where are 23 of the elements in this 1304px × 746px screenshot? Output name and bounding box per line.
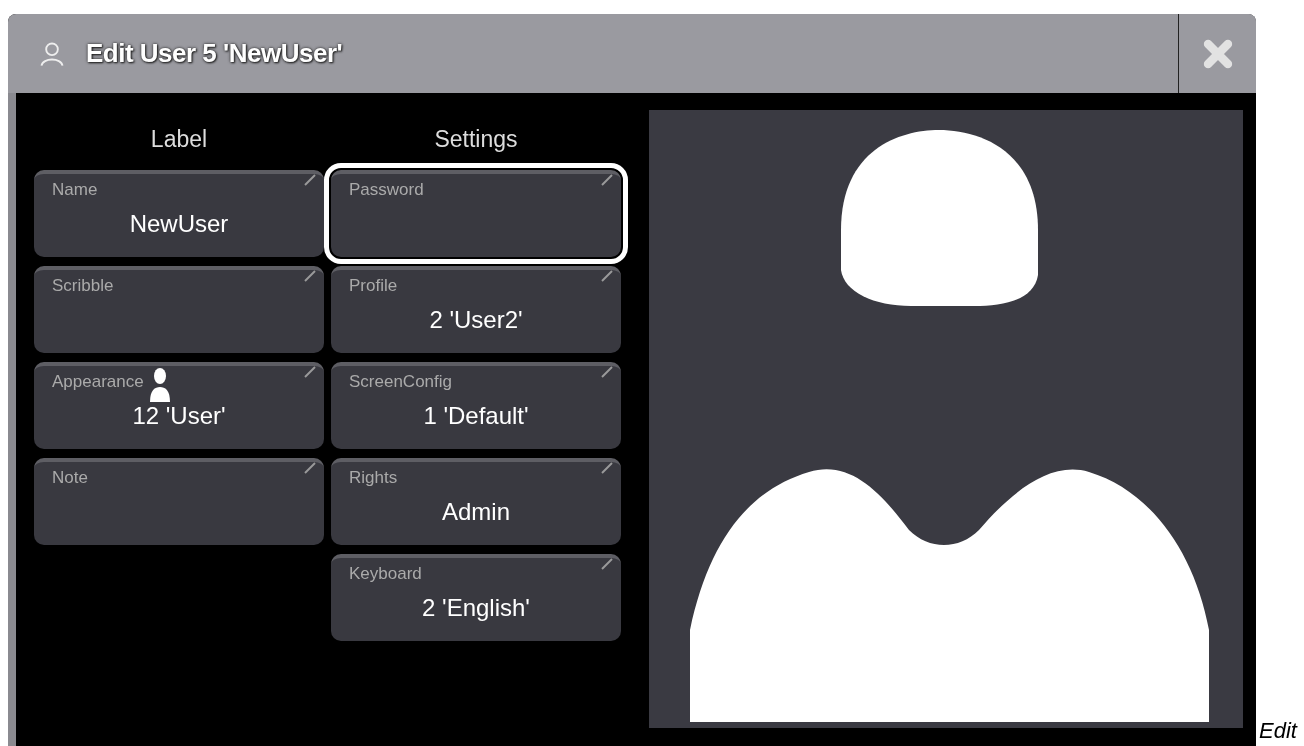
field-button[interactable]: Appearance 12 'User' xyxy=(34,362,324,449)
close-button[interactable] xyxy=(1178,14,1256,93)
edit-corner-icon xyxy=(601,174,613,186)
edit-corner-icon xyxy=(601,270,613,282)
edit-corner-icon xyxy=(601,366,613,378)
field-button[interactable]: ScreenConfig 1 'Default' xyxy=(331,362,621,449)
edit-corner-icon xyxy=(601,462,613,474)
edit-corner-icon xyxy=(304,366,316,378)
column-heading: Label xyxy=(149,125,209,154)
edit-corner-icon xyxy=(304,174,316,186)
person-icon xyxy=(149,368,170,402)
column-heading: Settings xyxy=(433,125,519,154)
edit-corner-icon xyxy=(304,270,316,282)
edit-corner-icon xyxy=(304,462,316,474)
field-button[interactable]: Name NewUser xyxy=(34,170,324,257)
caption: Edit xyxy=(1259,718,1297,744)
edit-corner-icon xyxy=(601,558,613,570)
window-title: Edit User 5 'NewUser' xyxy=(86,38,344,69)
field-button[interactable]: Rights Admin xyxy=(331,458,621,545)
field-button[interactable]: Profile 2 'User2' xyxy=(331,266,621,353)
field-button[interactable]: Note xyxy=(34,458,324,545)
field-button[interactable]: Keyboard 2 'English' xyxy=(331,554,621,641)
field-button[interactable]: Scribble xyxy=(34,266,324,353)
